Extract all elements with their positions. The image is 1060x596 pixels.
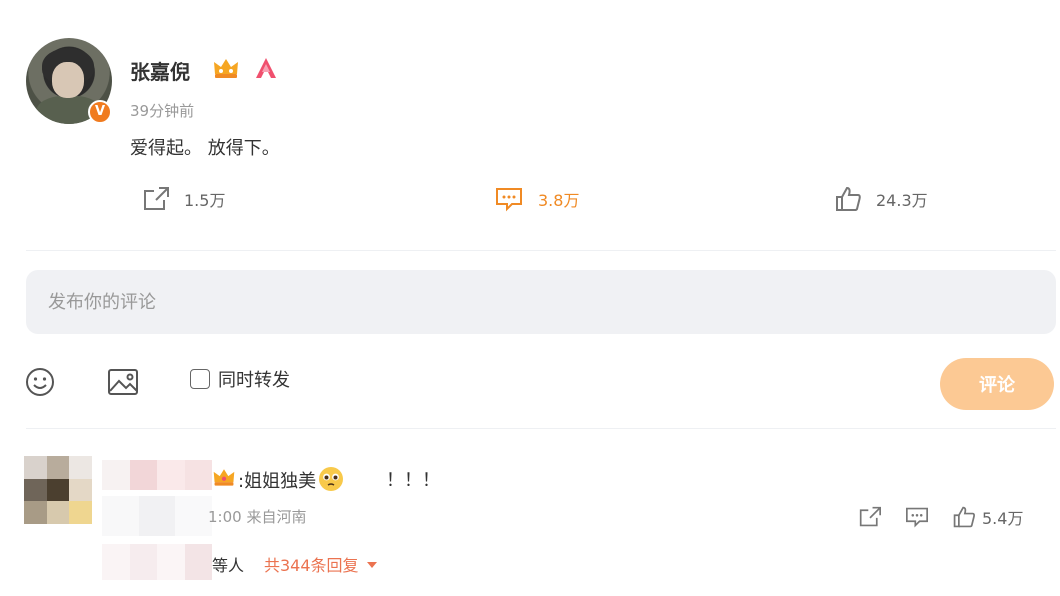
comment-actions: 5.4万 (858, 502, 1045, 532)
submit-comment-button[interactable]: 评论 (940, 358, 1054, 410)
share-icon (144, 187, 169, 210)
checkbox-icon (190, 369, 210, 389)
repost-label: 同时转发 (218, 370, 290, 391)
replies-count: 共344条回复 (264, 556, 359, 575)
repost-checkbox[interactable]: 同时转发 (190, 366, 290, 392)
comment-icon (906, 507, 928, 528)
pleading-face-emoji-icon (319, 467, 344, 491)
comment-exclaim: ！！！ (386, 470, 440, 491)
commenter-avatar[interactable] (24, 456, 92, 524)
like-count: 24.3万 (876, 191, 928, 210)
crown-icon (213, 469, 235, 486)
post-actions: 1.5万 3.8万 24.3万 (0, 178, 1060, 222)
like-button[interactable]: 24.3万 (834, 184, 928, 214)
thumbs-up-icon (953, 506, 975, 528)
blurred-username[interactable] (102, 460, 212, 490)
view-replies-link[interactable]: 共344条回复 (264, 552, 377, 576)
share-count: 1.5万 (184, 191, 226, 210)
divider (26, 250, 1056, 251)
comment-like-button[interactable]: 5.4万 (952, 505, 1023, 529)
share-icon (859, 506, 881, 527)
verified-badge-icon: V (88, 100, 112, 124)
emoji-icon[interactable] (24, 366, 56, 398)
image-icon[interactable] (106, 366, 140, 398)
comment-text-body: :姐姐独美 (238, 471, 317, 492)
blurred-replier-names (102, 544, 212, 580)
comment-item: :姐姐独美 ！！！ 1:00 来自河南 5.4万 等人 共344条回复 (24, 456, 1060, 596)
username[interactable]: 张嘉倪 (130, 56, 190, 85)
comment-like-count: 5.4万 (982, 509, 1024, 528)
crown-icon[interactable] (212, 56, 240, 80)
comment-text: :姐姐独美 (238, 466, 346, 493)
comment-input[interactable] (26, 270, 1056, 334)
comment-button[interactable]: 3.8万 (494, 184, 579, 214)
comment-share-button[interactable] (858, 506, 882, 528)
share-button[interactable]: 1.5万 (142, 184, 225, 214)
red-a-icon[interactable] (252, 56, 280, 80)
thumbs-up-icon (836, 186, 861, 211)
post-header: V 张嘉倪 39分钟前 爱得起。 放得下。 (26, 38, 1026, 159)
composer-toolbar: 同时转发 评论 (24, 358, 1060, 410)
replies-prefix: 等人 (212, 556, 245, 575)
divider (26, 428, 1056, 429)
comment-reply-button[interactable] (904, 506, 930, 528)
post-text: 爱得起。 放得下。 (130, 138, 280, 159)
comment-meta: 1:00 来自河南 (208, 508, 307, 526)
comment-icon (496, 188, 522, 212)
comment-count: 3.8万 (538, 191, 580, 210)
comment-box (26, 270, 1056, 334)
chevron-down-icon (366, 562, 377, 568)
post-timestamp[interactable]: 39分钟前 (130, 100, 194, 121)
blurred-content (102, 496, 213, 536)
